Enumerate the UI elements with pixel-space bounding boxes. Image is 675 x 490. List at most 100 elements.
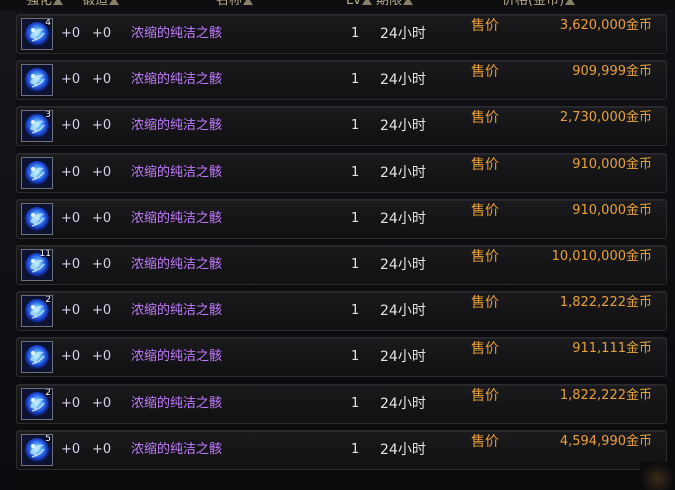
forge-value: +0: [92, 26, 112, 41]
strengthen-value: +0: [61, 164, 81, 180]
blue-crystal-orb-icon: [22, 157, 52, 188]
item-slot[interactable]: 2: [21, 295, 53, 328]
stack-count: 2: [45, 387, 51, 398]
stack-count: 5: [45, 433, 51, 444]
header-name-label: 名称: [216, 0, 243, 8]
header-price-label: 价格(金币): [502, 0, 565, 8]
item-price: 2,730,000金币: [559, 110, 652, 126]
price-label: 售价: [471, 433, 499, 450]
sort-triangle-icon: [109, 0, 120, 5]
header-level-label: Lv: [346, 0, 361, 8]
listing-row[interactable]: 3 +0 +0 浓缩的纯洁之骸 1 24小时 售价 2,730,000金币: [16, 106, 667, 147]
listing-row[interactable]: +0 +0 浓缩的纯洁之骸 1 24小时 售价 910,000金币: [16, 198, 667, 239]
price-label: 售价: [471, 295, 499, 312]
item-price: 911,111金币: [572, 341, 652, 357]
item-period: 24小时: [380, 441, 426, 458]
item-slot[interactable]: 2: [21, 387, 53, 420]
item-price: 10,010,000金币: [551, 249, 652, 264]
strengthen-value: +0: [61, 118, 81, 134]
blue-crystal-orb-icon: [22, 65, 52, 96]
forge-value: +0: [92, 72, 112, 88]
item-price: 4,594,990金币: [559, 433, 652, 449]
strengthen-value: +0: [61, 349, 81, 365]
item-name[interactable]: 浓缩的纯洁之骸: [131, 303, 222, 319]
background-decoration: [0, 10, 16, 490]
item-price: 1,822,222金币: [559, 295, 652, 311]
item-period: 24小时: [380, 395, 426, 412]
forge-value: +0: [92, 395, 112, 411]
item-name[interactable]: 浓缩的纯洁之骸: [131, 396, 222, 412]
item-slot[interactable]: [21, 64, 53, 97]
item-period: 24小时: [380, 349, 426, 366]
item-level: 1: [351, 303, 360, 319]
sort-triangle-icon: [403, 0, 414, 5]
header-strengthen[interactable]: 强化: [26, 0, 64, 8]
sort-triangle-icon: [243, 0, 254, 5]
item-slot[interactable]: [21, 202, 53, 235]
item-slot[interactable]: 5: [21, 433, 53, 466]
strengthen-value: +0: [61, 303, 81, 319]
listing-row[interactable]: 11 +0 +0 浓缩的纯洁之骸 1 24小时 售价 10,010,000金币: [16, 245, 667, 285]
item-level: 1: [351, 72, 360, 88]
header-strengthen-label: 强化: [26, 0, 53, 8]
item-name[interactable]: 浓缩的纯洁之骸: [131, 257, 222, 273]
listing-row[interactable]: +0 +0 浓缩的纯洁之骸 1 24小时 售价 909,999金币: [16, 60, 667, 101]
price-label: 售价: [471, 64, 499, 81]
listing-row[interactable]: 5 +0 +0 浓缩的纯洁之骸 1 24小时 售价 4,594,990金币: [16, 429, 667, 470]
item-level: 1: [351, 118, 360, 134]
listing-row[interactable]: +0 +0 浓缩的纯洁之骸 1 24小时 售价 910,000金币: [16, 152, 667, 193]
price-label: 售价: [471, 341, 499, 358]
item-name[interactable]: 浓缩的纯洁之骸: [131, 442, 222, 458]
strengthen-value: +0: [61, 72, 81, 88]
sort-triangle-icon: [53, 0, 64, 5]
price-label: 售价: [471, 110, 499, 127]
stack-count: 3: [45, 110, 51, 121]
stack-count: 11: [39, 249, 51, 259]
listing-row[interactable]: 2 +0 +0 浓缩的纯洁之骸 1 24小时 售价 1,822,222金币: [16, 291, 667, 332]
item-name[interactable]: 浓缩的纯洁之骸: [131, 165, 222, 181]
listing-row[interactable]: 2 +0 +0 浓缩的纯洁之骸 1 24小时 售价 1,822,222金币: [16, 383, 667, 424]
item-name[interactable]: 浓缩的纯洁之骸: [131, 211, 222, 227]
item-level: 1: [351, 26, 360, 41]
item-level: 1: [351, 164, 360, 180]
sort-triangle-icon: [361, 0, 372, 5]
forge-value: +0: [92, 210, 112, 226]
item-price: 3,620,000金币: [559, 18, 652, 33]
item-name[interactable]: 浓缩的纯洁之骸: [131, 118, 222, 134]
item-name[interactable]: 浓缩的纯洁之骸: [131, 349, 222, 365]
listing-row[interactable]: 4 +0 +0 浓缩的纯洁之骸 1 24小时 售价 3,620,000金币: [16, 14, 667, 54]
price-label: 售价: [471, 387, 499, 404]
item-level: 1: [351, 395, 360, 411]
corner-decoration: [640, 462, 675, 490]
item-name[interactable]: 浓缩的纯洁之骸: [131, 26, 222, 42]
header-forge[interactable]: 锻造: [82, 0, 120, 8]
header-price[interactable]: 价格(金币): [502, 0, 576, 8]
strengthen-value: +0: [61, 210, 81, 226]
item-slot[interactable]: 3: [21, 110, 53, 143]
auction-list-panel: 强化 锻造 名称 Lv 期限 价格(金币) 4 +0 +0 浓缩的纯洁之骸 1 …: [0, 0, 675, 490]
header-period[interactable]: 期限: [376, 0, 414, 8]
forge-value: +0: [92, 257, 112, 272]
header-level[interactable]: Lv: [346, 0, 372, 8]
strengthen-value: +0: [61, 257, 81, 272]
item-period: 24小时: [380, 164, 426, 181]
item-level: 1: [351, 257, 360, 272]
item-slot[interactable]: [21, 156, 53, 189]
header-name[interactable]: 名称: [216, 0, 254, 8]
listing-row[interactable]: +0 +0 浓缩的纯洁之骸 1 24小时 售价 911,111金币: [16, 337, 667, 378]
blue-crystal-orb-icon: [22, 342, 52, 373]
item-price: 910,000金币: [572, 202, 652, 218]
item-slot[interactable]: [21, 341, 53, 374]
item-slot[interactable]: 4: [21, 18, 53, 50]
sort-triangle-icon: [565, 0, 576, 5]
item-price: 1,822,222金币: [559, 387, 652, 403]
item-slot[interactable]: 11: [21, 249, 53, 281]
strengthen-value: +0: [61, 441, 81, 457]
forge-value: +0: [92, 349, 112, 365]
blue-crystal-orb-icon: [22, 203, 52, 234]
forge-value: +0: [92, 303, 112, 319]
price-label: 售价: [471, 156, 499, 173]
forge-value: +0: [92, 118, 112, 134]
item-name[interactable]: 浓缩的纯洁之骸: [131, 72, 222, 88]
header-period-label: 期限: [376, 0, 403, 8]
